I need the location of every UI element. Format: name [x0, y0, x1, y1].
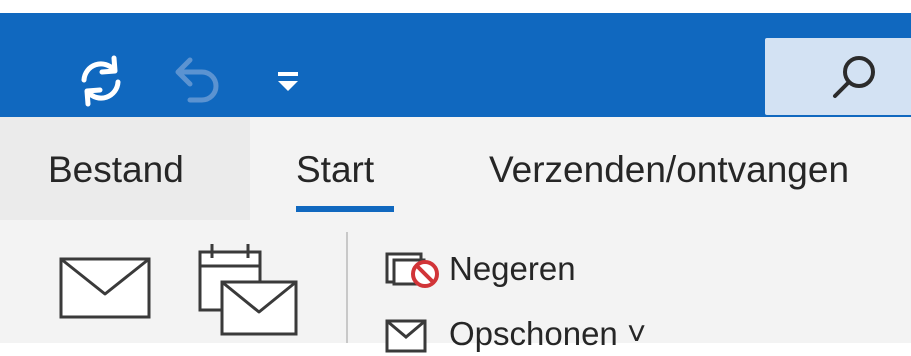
undo-icon[interactable]: [168, 50, 230, 112]
title-bar: [0, 13, 911, 117]
ignore-icon: [385, 252, 439, 288]
new-items-icon[interactable]: [196, 238, 300, 342]
search-box[interactable]: [765, 38, 911, 115]
clean-up-label: Opschonen ˅: [449, 315, 647, 352]
tab-file-label: Bestand: [48, 149, 184, 190]
new-mail-icon[interactable]: [58, 256, 152, 320]
tab-send-receive-label: Verzenden/ontvangen: [489, 149, 850, 190]
ignore-label: Negeren: [449, 250, 576, 287]
tab-home-label: Start: [296, 149, 375, 190]
selected-tab-indicator: [296, 206, 394, 212]
sync-icon[interactable]: [70, 50, 132, 112]
customize-quick-access-icon[interactable]: [270, 63, 306, 99]
ribbon-panel: Negeren Opschonen ˅: [0, 220, 911, 353]
search-icon: [833, 56, 875, 98]
ribbon-tab-bar: Bestand Start Verzenden/ontvangen: [0, 117, 911, 220]
ribbon-group-divider: [346, 232, 348, 343]
tab-file[interactable]: Bestand: [0, 117, 250, 220]
clean-up-icon: [385, 319, 427, 353]
